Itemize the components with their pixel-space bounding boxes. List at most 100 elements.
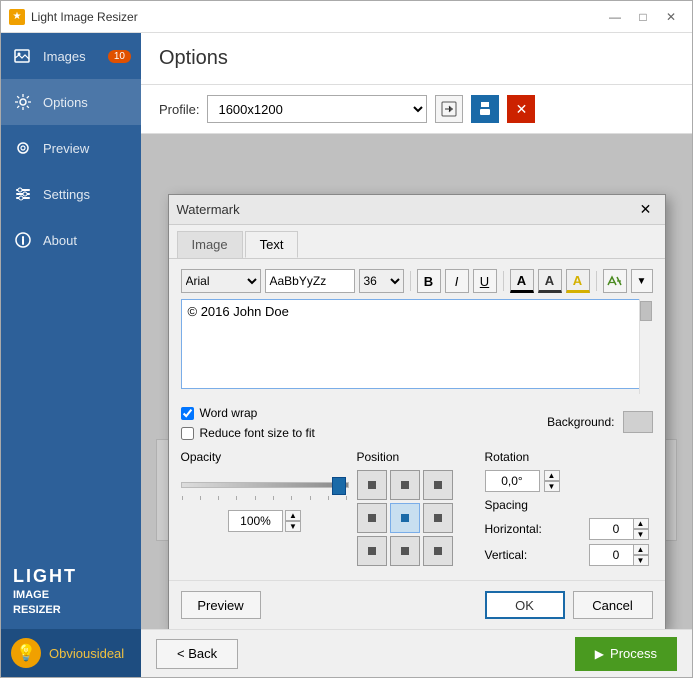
- pos-bottom-left[interactable]: [357, 536, 387, 566]
- text-color-button2[interactable]: A: [538, 269, 562, 293]
- dialog-title-bar: Watermark ✕: [169, 195, 665, 225]
- pos-dot-tr: [434, 481, 442, 489]
- word-wrap-checkbox[interactable]: [181, 407, 194, 420]
- logo-line2: IMAGE: [13, 588, 129, 602]
- sidebar-logo: LIGHT IMAGE RESIZER: [13, 565, 129, 617]
- pos-dot-ml: [368, 514, 376, 522]
- back-button[interactable]: < Back: [156, 639, 238, 669]
- tick-2: [200, 496, 201, 500]
- horizontal-spacing-row: Horizontal: ▲ ▼: [485, 518, 653, 540]
- pos-top-right[interactable]: [423, 470, 453, 500]
- rotation-up[interactable]: ▲: [544, 470, 560, 481]
- watermark-drop-button[interactable]: ▼: [631, 269, 653, 293]
- cancel-button[interactable]: Cancel: [573, 591, 653, 619]
- tick-6: [273, 496, 274, 500]
- text-highlight-button[interactable]: A: [566, 269, 590, 293]
- main-content: Images 10 Options Preview Settings: [1, 33, 692, 677]
- pos-top-center[interactable]: [390, 470, 420, 500]
- pos-bottom-center[interactable]: [390, 536, 420, 566]
- preview-icon: [13, 138, 33, 158]
- font-preview: AaBbYyZz: [265, 269, 355, 293]
- word-wrap-row: Word wrap: [181, 406, 315, 420]
- sidebar-item-images[interactable]: Images 10: [1, 33, 141, 79]
- sidebar-item-about-label: About: [43, 233, 77, 248]
- pos-center[interactable]: [390, 503, 420, 533]
- tick-9: [328, 496, 329, 500]
- pos-bottom-right[interactable]: [423, 536, 453, 566]
- rotation-down[interactable]: ▼: [544, 481, 560, 492]
- title-bar-text: Light Image Resizer: [31, 10, 602, 24]
- horizontal-down[interactable]: ▼: [633, 529, 649, 540]
- sidebar-item-settings[interactable]: Settings: [1, 171, 141, 217]
- position-grid: [357, 470, 477, 566]
- textarea-container: © 2016 John Doe: [181, 299, 653, 394]
- horizontal-spin: ▲ ▼: [633, 518, 653, 540]
- sidebar-item-about[interactable]: About: [1, 217, 141, 263]
- brand-text-obvious: Obvious: [49, 646, 97, 661]
- watermark-text-input[interactable]: © 2016 John Doe: [181, 299, 653, 389]
- pos-top-left[interactable]: [357, 470, 387, 500]
- opacity-up[interactable]: ▲: [285, 510, 301, 521]
- textarea-scrollbar[interactable]: [639, 299, 653, 394]
- vertical-label: Vertical:: [485, 548, 545, 562]
- close-button[interactable]: ✕: [658, 7, 684, 27]
- profile-load-button[interactable]: [435, 95, 463, 123]
- horizontal-up[interactable]: ▲: [633, 518, 649, 529]
- vertical-up[interactable]: ▲: [633, 544, 649, 555]
- profile-select[interactable]: 1600x1200: [207, 95, 427, 123]
- opacity-input[interactable]: [228, 510, 283, 532]
- vertical-spacing-row: Vertical: ▲ ▼: [485, 544, 653, 566]
- sidebar-logo-area: LIGHT IMAGE RESIZER: [1, 553, 141, 629]
- text-toolbar: Arial AaBbYyZz 36 B I U: [181, 269, 653, 293]
- reduce-font-checkbox[interactable]: [181, 427, 194, 440]
- brand-icon: 💡: [11, 638, 41, 668]
- opacity-spin: ▲ ▼: [285, 510, 301, 532]
- dialog-body: Arial AaBbYyZz 36 B I U: [169, 259, 665, 576]
- opacity-down[interactable]: ▼: [285, 521, 301, 532]
- pos-middle-right[interactable]: [423, 503, 453, 533]
- sidebar-item-preview[interactable]: Preview: [1, 125, 141, 171]
- pos-dot-tl: [368, 481, 376, 489]
- tab-text[interactable]: Text: [245, 231, 299, 258]
- profile-save-button[interactable]: [471, 95, 499, 123]
- pos-middle-left[interactable]: [357, 503, 387, 533]
- title-bar: ★ Light Image Resizer — □ ✕: [1, 1, 692, 33]
- preview-button[interactable]: Preview: [181, 591, 261, 619]
- sidebar-item-options[interactable]: Options: [1, 79, 141, 125]
- text-color-button[interactable]: A: [510, 269, 534, 293]
- app-window: ★ Light Image Resizer — □ ✕ Images 10 Op…: [0, 0, 693, 678]
- sidebar-item-preview-label: Preview: [43, 141, 89, 156]
- dialog-close-button[interactable]: ✕: [635, 199, 657, 221]
- tick-3: [218, 496, 219, 500]
- pos-dot-tc: [401, 481, 409, 489]
- italic-button[interactable]: I: [445, 269, 469, 293]
- watermark-preset-button[interactable]: [603, 269, 627, 293]
- tab-image[interactable]: Image: [177, 231, 243, 258]
- background-color-box[interactable]: [623, 411, 653, 433]
- play-icon: ▶: [595, 647, 604, 661]
- opacity-label: Opacity: [181, 450, 349, 464]
- rotation-input[interactable]: [485, 470, 540, 492]
- dialog-tabs: Image Text: [169, 225, 665, 259]
- maximize-button[interactable]: □: [630, 7, 656, 27]
- bold-button[interactable]: B: [417, 269, 441, 293]
- toolbar-divider-1: [410, 271, 411, 291]
- process-button[interactable]: ▶ Process: [575, 637, 677, 671]
- profile-delete-button[interactable]: ✕: [507, 95, 535, 123]
- right-panel: Options Profile: 1600x1200 ✕: [141, 33, 692, 677]
- toolbar-divider-2: [503, 271, 504, 291]
- rotation-input-row: ▲ ▼: [485, 470, 653, 492]
- word-wrap-label: Word wrap: [200, 406, 258, 420]
- font-family-select[interactable]: Arial: [181, 269, 261, 293]
- images-icon: [13, 46, 33, 66]
- vertical-down[interactable]: ▼: [633, 555, 649, 566]
- underline-button[interactable]: U: [473, 269, 497, 293]
- opacity-thumb[interactable]: [332, 477, 346, 495]
- minimize-button[interactable]: —: [602, 7, 628, 27]
- ok-button[interactable]: OK: [485, 591, 565, 619]
- logo-line1: LIGHT: [13, 565, 129, 588]
- opacity-slider-track[interactable]: [181, 482, 349, 488]
- font-size-select[interactable]: 36: [359, 269, 404, 293]
- reduce-font-row: Reduce font size to fit: [181, 426, 315, 440]
- scrollbar-thumb[interactable]: [640, 301, 652, 321]
